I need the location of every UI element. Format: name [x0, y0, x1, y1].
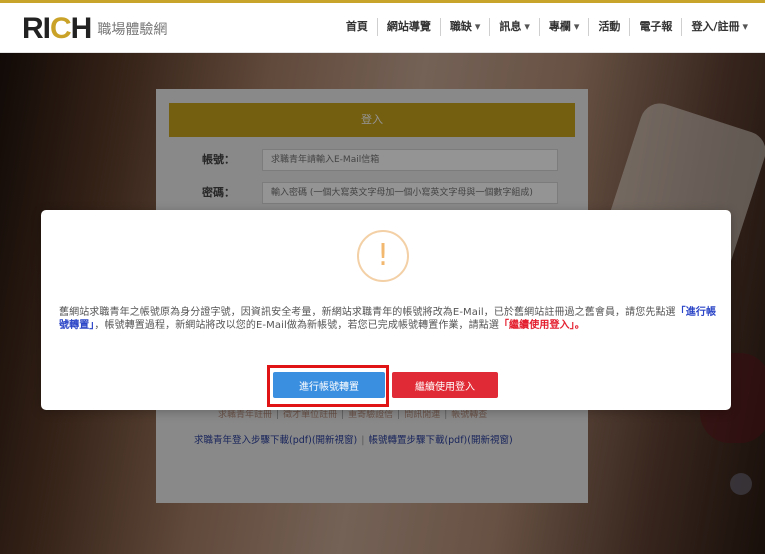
chevron-down-icon: ▾ — [742, 20, 748, 33]
nav-item-newsletter[interactable]: 電子報 — [629, 18, 681, 36]
warning-icon: ! — [357, 230, 409, 282]
nav-item-events[interactable]: 活動 — [588, 18, 629, 36]
continue-hint: 「繼續使用登入」 — [498, 319, 575, 331]
nav-item-columns[interactable]: 專欄 ▾ — [538, 18, 589, 36]
logo-wordmark: RICH — [22, 12, 92, 45]
nav-item-news[interactable]: 訊息 ▾ — [489, 18, 539, 36]
site-header: RICH 職場體驗網 首頁 網站導覽 職缺 ▾ 訊息 ▾ 專欄 ▾ 活動 電子報 登入… — [0, 3, 765, 53]
continue-login-button[interactable]: 繼續使用登入 — [392, 372, 498, 398]
annotation-highlight-box — [267, 365, 389, 407]
nav-item-login-register[interactable]: 登入/註冊 ▾ — [681, 18, 757, 36]
chevron-down-icon: ▾ — [474, 20, 481, 33]
nav-item-sitemap[interactable]: 網站導覽 — [376, 18, 440, 36]
logo-subtitle: 職場體驗網 — [97, 22, 168, 38]
nav-item-home[interactable]: 首頁 — [337, 18, 377, 36]
site-logo[interactable]: RICH 職場體驗網 — [22, 13, 167, 45]
chevron-down-icon: ▾ — [524, 20, 530, 33]
main-nav: 首頁 網站導覽 職缺 ▾ 訊息 ▾ 專欄 ▾ 活動 電子報 登入/註冊 ▾ — [337, 18, 757, 36]
chevron-down-icon: ▾ — [573, 20, 580, 33]
dialog-message: 舊網站求職青年之帳號原為身分證字號，因資訊安全考量，新網站求職青年的帳號將改為E… — [59, 307, 717, 331]
nav-item-jobs[interactable]: 職缺 ▾ — [439, 18, 490, 36]
